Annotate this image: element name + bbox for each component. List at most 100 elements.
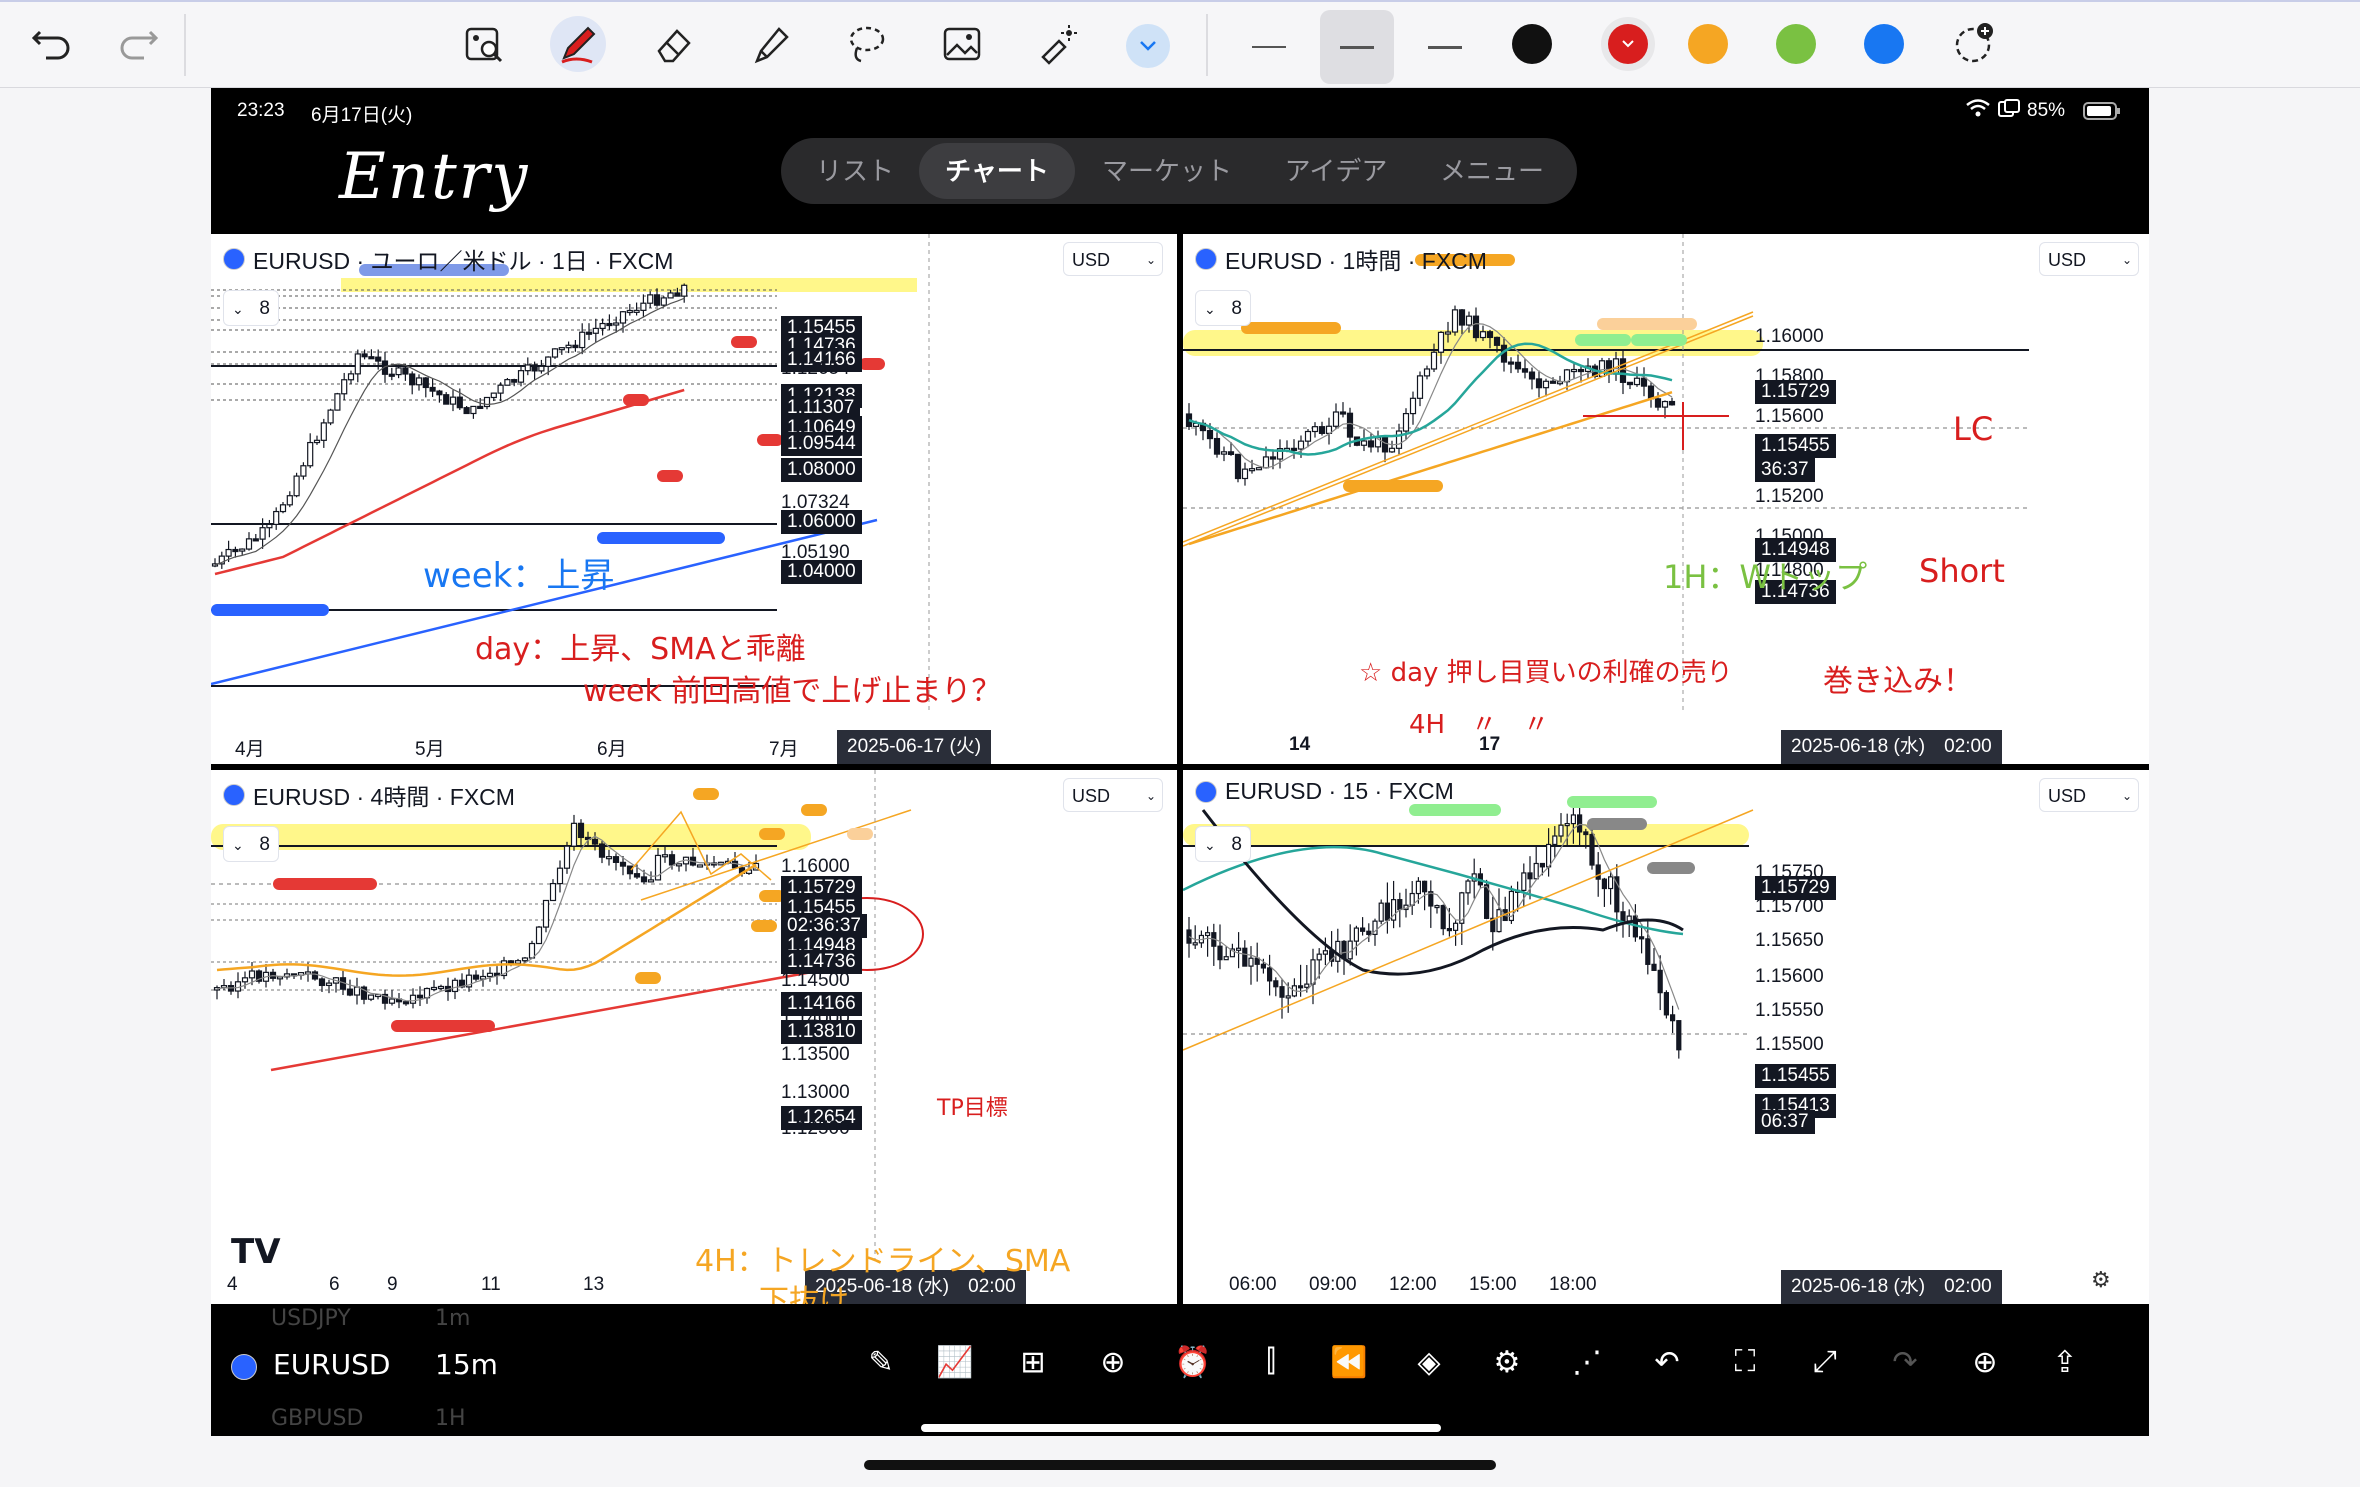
note-tp-target: TP目標: [937, 1096, 1008, 1121]
currency-select[interactable]: USD ⌄: [2039, 778, 2139, 812]
candle-body: [1423, 368, 1431, 377]
redo-icon[interactable]: [110, 16, 166, 72]
eraser-icon[interactable]: [646, 16, 702, 72]
expand-icon[interactable]: ⤢: [1803, 1340, 1847, 1384]
add-icon[interactable]: ⊕: [1091, 1340, 1135, 1384]
highlighter-icon[interactable]: [742, 16, 798, 72]
lasso-icon[interactable]: [838, 16, 894, 72]
fullscreen-icon[interactable]: ⛶: [1723, 1340, 1767, 1384]
candle-body: [402, 1001, 410, 1005]
symbol-button[interactable]: EURUSD: [273, 1348, 390, 1381]
candles-icon[interactable]: ⫿: [1249, 1340, 1293, 1384]
note-week-prev-high: week 前回高値で上げ止まり？: [583, 674, 1002, 709]
trendline-icon[interactable]: ⋰: [1565, 1340, 1609, 1384]
chart-pane-15m[interactable]: EURUSD · 15 · FXCM USD ⌄ ⌄ 8 1.15750 1.1572…: [1183, 770, 2149, 1304]
color-swatch-red[interactable]: [1608, 24, 1648, 64]
candle-body: [463, 407, 470, 415]
indicators-toggle[interactable]: ⌄ 8: [223, 290, 279, 326]
candle-body: [1397, 899, 1403, 911]
eur-usd-flag-icon: [231, 1354, 257, 1380]
watch-add-icon[interactable]: ⊕: [1963, 1340, 2007, 1384]
chart-pane-daily[interactable]: EURUSD · ユーロ／米ドル · 1日 · FXCM USD ⌄ ⌄ 8 1.1…: [211, 234, 1177, 764]
chevron-down-icon[interactable]: [1126, 24, 1170, 68]
candle-body: [1388, 447, 1396, 453]
laser-pointer-icon[interactable]: [1030, 16, 1086, 72]
chart-settings-icon[interactable]: ⚙: [2091, 1268, 2111, 1293]
candle-body: [521, 957, 529, 962]
candle-body: [1279, 986, 1285, 998]
candle-body: [619, 311, 627, 324]
eur-usd-flag-icon: [223, 248, 245, 270]
candle-body: [477, 405, 484, 410]
indicators-toggle[interactable]: ⌄ 8: [1195, 826, 1251, 862]
candle-body: [1654, 398, 1662, 408]
currency-select[interactable]: USD ⌄: [1063, 242, 1163, 276]
tab-market[interactable]: マーケット: [1081, 138, 1253, 204]
candle-body: [1577, 814, 1583, 833]
currency-select[interactable]: USD ⌄: [1063, 778, 1163, 812]
battery-icon: [2083, 101, 2121, 127]
candle-body: [483, 396, 491, 408]
time-label: 11: [481, 1274, 501, 1295]
candle-body: [1458, 309, 1466, 326]
stroke-thin-option[interactable]: [1252, 46, 1286, 48]
tab-ideas[interactable]: アイデア: [1261, 138, 1411, 204]
candle-body: [409, 994, 417, 1004]
image-icon[interactable]: [934, 16, 990, 72]
candle-body: [334, 393, 341, 411]
candle-body: [1608, 876, 1614, 890]
candle-body: [1451, 309, 1459, 333]
pen-icon[interactable]: [550, 16, 606, 72]
time-label: 6月: [597, 739, 627, 760]
replay-icon[interactable]: ⏪: [1327, 1340, 1371, 1384]
candle-body: [1297, 440, 1305, 450]
image-search-icon[interactable]: [456, 16, 512, 72]
marker-orange: [759, 828, 785, 840]
note-short: Short: [1919, 552, 2005, 590]
share-icon[interactable]: ⇪: [2043, 1340, 2087, 1384]
color-swatch-orange[interactable]: [1688, 24, 1728, 64]
candle-body: [1260, 963, 1267, 969]
undo-icon[interactable]: ↶: [1645, 1340, 1689, 1384]
tab-menu[interactable]: メニュー: [1417, 138, 1567, 204]
interval-button[interactable]: 15m: [435, 1348, 498, 1381]
note-break-below: 下抜け: [759, 1284, 849, 1304]
layout-icon[interactable]: ⊞: [1011, 1340, 1055, 1384]
stroke-thick-option[interactable]: [1428, 46, 1462, 49]
undo-icon[interactable]: [24, 16, 80, 72]
indicators-toggle[interactable]: ⌄ 8: [1195, 290, 1251, 326]
settings-icon[interactable]: ⚙: [1485, 1340, 1529, 1384]
redo-icon[interactable]: ↷: [1883, 1340, 1927, 1384]
marker-orange: [635, 972, 661, 984]
chart-pane-1h[interactable]: EURUSD · 1時間 · FXCM USD ⌄ ⌄ 8 1.16000 1.158…: [1183, 234, 2149, 764]
tab-list[interactable]: リスト: [795, 138, 915, 204]
candle-body: [1651, 963, 1657, 971]
candle-body: [538, 365, 545, 372]
candle-body: [1465, 880, 1471, 894]
chevron-down-icon: ⌄: [1204, 301, 1216, 317]
alert-icon[interactable]: ⏰: [1171, 1340, 1215, 1384]
layers-icon[interactable]: ◈: [1407, 1340, 1451, 1384]
note-day-profit-sell: ☆ day 押し目買いの利確の売り: [1359, 658, 1733, 688]
time-label: 7月: [769, 739, 799, 760]
h4-chart-canvas[interactable]: [211, 770, 1177, 1304]
draw-icon[interactable]: ✎: [859, 1340, 903, 1384]
candle-body: [1444, 331, 1452, 335]
add-color-icon[interactable]: [1946, 16, 2002, 72]
m15-chart-canvas[interactable]: [1183, 770, 2149, 1304]
indicators-toggle[interactable]: ⌄ 8: [223, 826, 279, 862]
candle-body: [605, 856, 613, 860]
chart-pane-4h[interactable]: EURUSD · 4時間 · FXCM USD ⌄ ⌄ 8 1.16000 1.157…: [211, 770, 1177, 1304]
candle-body: [1484, 884, 1490, 919]
candle-body: [353, 986, 361, 996]
time-label: 09:00: [1309, 1274, 1357, 1295]
currency-select[interactable]: USD ⌄: [2039, 242, 2139, 276]
color-swatch-blue[interactable]: [1864, 24, 1904, 64]
device-home-indicator: [864, 1460, 1496, 1470]
candle-body: [1496, 909, 1502, 933]
tab-chart[interactable]: チャート: [919, 143, 1075, 199]
color-swatch-green[interactable]: [1776, 24, 1816, 64]
color-swatch-black[interactable]: [1512, 24, 1552, 64]
indicators-icon[interactable]: 📈: [933, 1340, 977, 1384]
candle-body: [1661, 400, 1669, 408]
